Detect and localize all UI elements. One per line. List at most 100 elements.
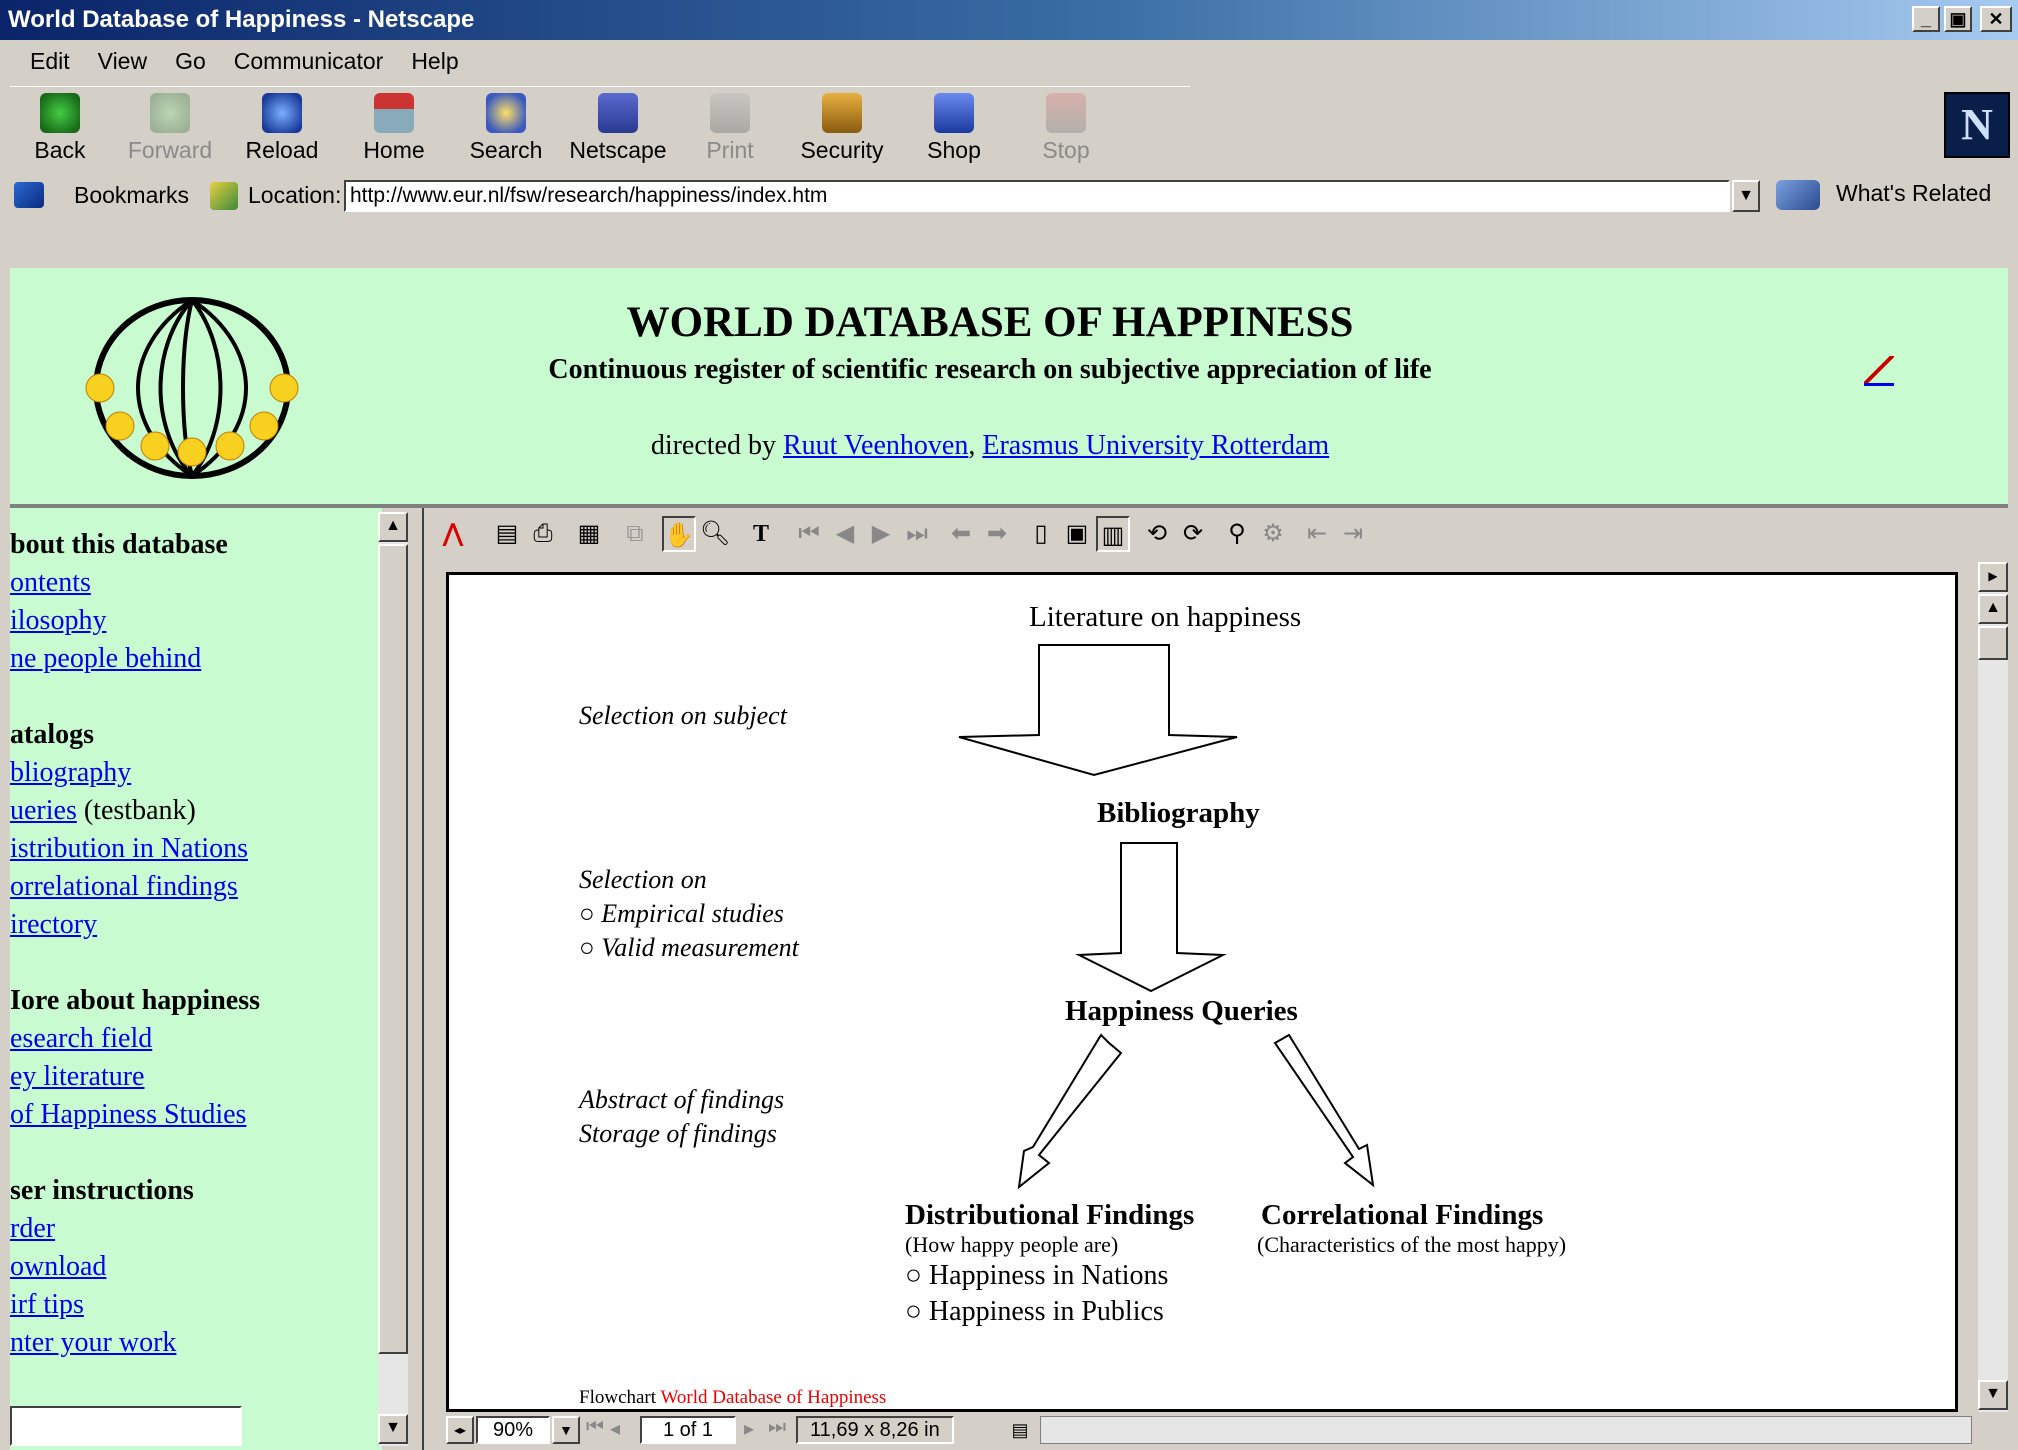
- menu-go[interactable]: Go: [175, 42, 206, 80]
- shop-bag-icon: [934, 93, 974, 133]
- page-number-field[interactable]: 1 of 1: [640, 1416, 736, 1444]
- status-last-page-icon[interactable]: ⏭: [768, 1416, 786, 1439]
- netscape-logo[interactable]: N: [1944, 92, 2010, 158]
- sidebar-link-order[interactable]: rder: [10, 1210, 382, 1248]
- print-label: Print: [706, 137, 754, 163]
- happiness-queries-node: Happiness Queries: [1065, 995, 1298, 1027]
- maximize-button[interactable]: ▣: [1944, 6, 1972, 32]
- sidebar-link-bibliography[interactable]: bliography: [10, 754, 382, 792]
- sidebar-link-surf-tips[interactable]: irf tips: [10, 1286, 382, 1324]
- stop-button[interactable]: Stop: [1016, 93, 1116, 173]
- pdf-scroll-thumb[interactable]: [1978, 626, 2008, 660]
- sidebar-frame: bout this database ontents ilosophy ne p…: [10, 508, 382, 1450]
- shop-button[interactable]: Shop: [904, 93, 1004, 173]
- print-button[interactable]: Print: [680, 93, 780, 173]
- menu-help[interactable]: Help: [411, 42, 458, 80]
- sidebar-link-directory[interactable]: irectory: [10, 906, 382, 944]
- sidebar-scrollbar[interactable]: ▲ ▼: [378, 512, 408, 1446]
- scroll-down-button[interactable]: ▼: [378, 1414, 408, 1444]
- minimize-button[interactable]: _: [1912, 6, 1940, 32]
- next-page-icon[interactable]: ▶: [864, 516, 898, 552]
- text-select-icon[interactable]: T: [744, 516, 778, 552]
- status-next-page-icon[interactable]: ▸: [744, 1416, 754, 1441]
- sidebar-link-key-literature[interactable]: ey literature: [10, 1058, 382, 1096]
- correlational-subtitle: (Characteristics of the most happy): [1257, 1232, 1567, 1257]
- fit-page-icon[interactable]: ▣: [1060, 516, 1094, 552]
- search-index-icon[interactable]: ⚙: [1256, 516, 1290, 552]
- prev-hit-icon[interactable]: ⇤: [1300, 516, 1334, 552]
- go-forward-icon[interactable]: ➡: [980, 516, 1014, 552]
- prev-page-icon[interactable]: ◀: [828, 516, 862, 552]
- pdf-scroll-up-button[interactable]: ▲: [1978, 594, 2008, 624]
- save-icon[interactable]: ▤: [490, 516, 524, 552]
- security-lock-icon: [822, 93, 862, 133]
- hand-tool-icon[interactable]: ✋: [662, 516, 696, 552]
- forward-button[interactable]: Forward: [120, 93, 220, 173]
- next-hit-icon[interactable]: ⇥: [1336, 516, 1370, 552]
- menu-communicator[interactable]: Communicator: [234, 42, 384, 80]
- whats-related-button[interactable]: What's Related: [1836, 180, 1991, 207]
- print-icon[interactable]: ⎙: [526, 516, 560, 552]
- copy-icon[interactable]: ⧉: [618, 516, 652, 552]
- sidebar-link-research-field[interactable]: esearch field: [10, 1020, 382, 1058]
- security-label: Security: [800, 137, 884, 163]
- menu-edit[interactable]: Edit: [30, 42, 70, 80]
- zoom-tool-icon[interactable]: 🔍︎: [698, 516, 732, 552]
- zoom-field[interactable]: 90%: [476, 1416, 550, 1444]
- bookmarks-button[interactable]: Bookmarks: [74, 182, 189, 209]
- sidebar-link-enter-work[interactable]: nter your work: [10, 1324, 382, 1362]
- sidebar-link-queries[interactable]: ueries: [10, 795, 77, 826]
- actual-size-icon[interactable]: ▯: [1024, 516, 1058, 552]
- distributional-title: Distributional Findings: [905, 1199, 1195, 1231]
- pdf-expand-button[interactable]: ▶: [1978, 562, 2008, 592]
- pdf-split-handle[interactable]: ◂▸: [446, 1416, 474, 1444]
- search-button[interactable]: Search: [456, 93, 556, 173]
- selection-on-subject: Selection on subject: [579, 701, 787, 730]
- home-button[interactable]: Home: [344, 93, 444, 173]
- security-button[interactable]: Security: [792, 93, 892, 173]
- sidebar-search-input[interactable]: [10, 1406, 242, 1446]
- go-back-icon[interactable]: ⬅: [944, 516, 978, 552]
- scroll-thumb[interactable]: [378, 544, 408, 1354]
- fit-width-icon[interactable]: ▥: [1096, 516, 1130, 552]
- menu-view[interactable]: View: [98, 42, 147, 80]
- link-erasmus-university[interactable]: Erasmus University Rotterdam: [982, 430, 1329, 461]
- bookmarks-icon: [14, 182, 44, 208]
- page-layout-icon[interactable]: ▤: [1002, 1416, 1038, 1444]
- reload-button[interactable]: Reload: [232, 93, 332, 173]
- chart-link-icon[interactable]: [1864, 356, 1894, 386]
- find-icon[interactable]: ⚲: [1220, 516, 1254, 552]
- url-field[interactable]: http://www.eur.nl/fsw/research/happiness…: [344, 180, 1730, 212]
- first-page-icon[interactable]: ⏮: [792, 516, 826, 552]
- reload-icon: [262, 93, 302, 133]
- site-subtitle: Continuous register of scientific resear…: [548, 354, 1432, 385]
- sidebar-link-distribution-nations[interactable]: istribution in Nations: [10, 830, 382, 868]
- close-button[interactable]: ✕: [1980, 6, 2012, 32]
- rotate-right-icon[interactable]: ⟳: [1176, 516, 1210, 552]
- pdf-viewer-frame: ⋀ ▤ ⎙ ▦ ⧉ ✋ 🔍︎ T ⏮ ◀ ▶ ⏭ ⬅ ➡ ▯ ▣ ▥ ⟲ ⟳ ⚲…: [422, 508, 2008, 1450]
- pdf-vertical-scrollbar[interactable]: ▶ ▲ ▼: [1978, 562, 2008, 1412]
- sidebar-link-journal-happiness[interactable]: of Happiness Studies: [10, 1096, 382, 1134]
- url-dropdown-button[interactable]: ▼: [1732, 180, 1760, 212]
- status-first-page-icon[interactable]: ⏮: [586, 1416, 604, 1439]
- zoom-dropdown-button[interactable]: ▼: [552, 1416, 580, 1444]
- pdf-scroll-down-button[interactable]: ▼: [1978, 1380, 2008, 1410]
- pdf-horizontal-scrollbar[interactable]: [1040, 1416, 1972, 1444]
- back-button[interactable]: Back: [10, 93, 110, 173]
- sidebar-link-correlational-findings[interactable]: orrelational findings: [10, 868, 382, 906]
- show-navigation-icon[interactable]: ▦: [572, 516, 606, 552]
- sidebar-link-download[interactable]: ownload: [10, 1248, 382, 1286]
- stop-label: Stop: [1042, 137, 1090, 163]
- netscape-button[interactable]: Netscape: [568, 93, 668, 173]
- sidebar-link-philosophy[interactable]: ilosophy: [10, 602, 382, 640]
- scroll-up-button[interactable]: ▲: [378, 512, 408, 542]
- forward-arrow-icon: [150, 93, 190, 133]
- rotate-left-icon[interactable]: ⟲: [1140, 516, 1174, 552]
- status-prev-page-icon[interactable]: ◂: [610, 1416, 620, 1441]
- acrobat-icon[interactable]: ⋀: [436, 516, 470, 552]
- link-ruut-veenhoven[interactable]: Ruut Veenhoven: [783, 430, 968, 461]
- distributional-findings-node: Distributional Findings (How happy peopl…: [905, 1199, 1245, 1330]
- sidebar-link-people-behind[interactable]: ne people behind: [10, 640, 382, 678]
- sidebar-link-contents[interactable]: ontents: [10, 564, 382, 602]
- last-page-icon[interactable]: ⏭: [900, 516, 934, 552]
